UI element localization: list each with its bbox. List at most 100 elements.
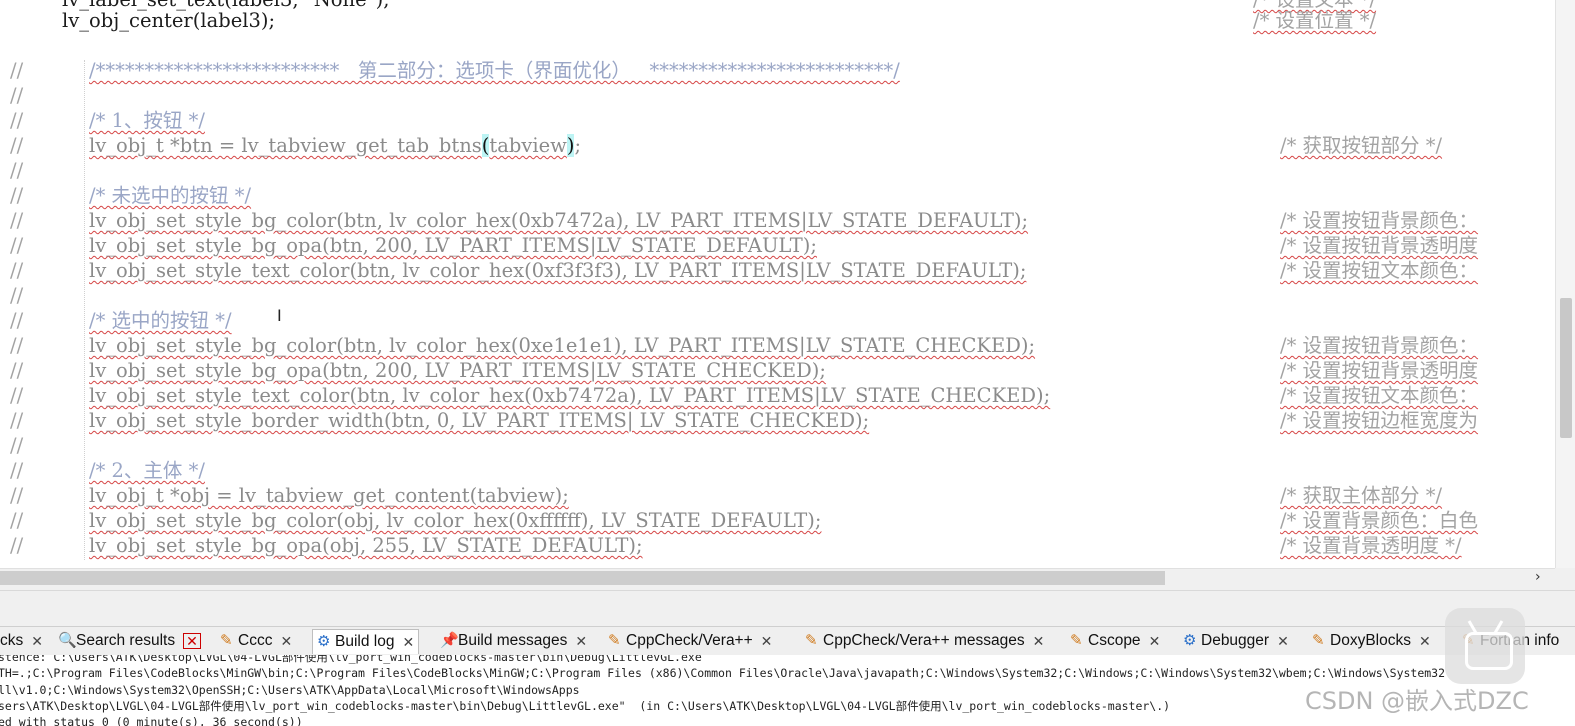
code-text: lv_obj_set_style_bg_opa(obj, 255, LV_STA…: [89, 534, 643, 557]
tab-label: CppCheck/Vera++ messages: [823, 632, 1025, 649]
code-line[interactable]: //: [0, 433, 1555, 459]
code-line[interactable]: // lv_obj_set_style_border_width(btn, 0, …: [0, 408, 1555, 434]
tab-label: Build log: [335, 633, 395, 650]
code-fragment: lv_obj_t *btn = lv_tabview_get_tab_btns: [89, 134, 482, 157]
line-comment-marker: //: [10, 259, 24, 282]
line-comment-marker: //: [10, 59, 24, 82]
inline-comment: /* 获取主体部分 */: [1280, 484, 1443, 507]
tab-cks[interactable]: cks ✕: [0, 629, 43, 653]
tab-label: Build messages: [458, 632, 568, 649]
horizontal-scroll-thumb[interactable]: [0, 571, 1165, 585]
code-text: lv_obj_set_style_text_color(btn, lv_colo…: [89, 259, 1027, 282]
code-line[interactable]: // /************************* 第二部分：选项卡（界面…: [0, 58, 1555, 84]
line-comment-marker: //: [10, 334, 24, 357]
log-line: sers\ATK\Desktop\LVGL\04-LVGL部件使用\lv_por…: [0, 699, 1171, 713]
tab-label: Cscope: [1088, 632, 1141, 649]
code-fragment: ;: [574, 134, 582, 157]
close-icon[interactable]: ✕: [31, 629, 43, 653]
code-line[interactable]: // /* 2、主体 */: [0, 458, 1555, 484]
code-line[interactable]: // lv_obj_set_style_bg_opa(obj, 255, LV_S…: [0, 533, 1555, 559]
code-line[interactable]: lv_obj_center(label3); /* 设置位置 */: [0, 8, 1555, 34]
indent-guide: [84, 60, 85, 560]
line-comment-marker: //: [10, 84, 24, 107]
tab-build-messages[interactable]: 📌 Build messages ✕: [440, 629, 587, 653]
inline-comment: /* 设置背景透明度 */: [1280, 534, 1462, 557]
inline-comment: /* 设置按钮边框宽度为: [1280, 409, 1479, 432]
watermark: CSDN @嵌入式DZC: [1305, 687, 1529, 715]
gear-icon: ⚙: [1183, 632, 1197, 649]
tab-label: DoxyBlocks: [1330, 632, 1411, 649]
line-comment-marker: //: [10, 309, 24, 332]
scroll-right-arrow-icon[interactable]: ›: [1535, 569, 1541, 585]
pin-icon: 📌: [440, 632, 459, 649]
close-icon[interactable]: ✕: [183, 633, 201, 649]
code-line[interactable]: //: [0, 158, 1555, 184]
code-line[interactable]: // lv_obj_set_style_bg_color(obj, lv_colo…: [0, 508, 1555, 534]
line-comment-marker: //: [10, 509, 24, 532]
horizontal-scrollbar[interactable]: [0, 568, 1555, 589]
pencil-icon: ✎: [608, 632, 621, 649]
code-text: lv_obj_set_style_bg_color(btn, lv_color_…: [89, 334, 1036, 357]
tab-label: cks: [0, 632, 24, 649]
log-line: stence: C:\Users\ATK\Desktop\LVGL\04-LVG…: [0, 655, 702, 664]
close-icon[interactable]: ✕: [1149, 629, 1161, 653]
pencil-icon: ✎: [805, 632, 818, 649]
vertical-scroll-thumb[interactable]: [1560, 298, 1572, 438]
vertical-scrollbar[interactable]: [1555, 0, 1575, 568]
line-comment-marker: //: [10, 134, 24, 157]
text-cursor-icon: I: [277, 306, 282, 325]
code-line[interactable]: // lv_obj_set_style_bg_opa(btn, 200, LV_P…: [0, 233, 1555, 259]
code-text: lv_obj_set_style_border_width(btn, 0, LV…: [89, 409, 870, 432]
tab-cscope[interactable]: ✎ Cscope ✕: [1070, 629, 1160, 653]
code-text: lv_obj_set_style_bg_color(obj, lv_color_…: [89, 509, 822, 532]
close-icon[interactable]: ✕: [280, 629, 292, 653]
tab-doxyblocks[interactable]: ✎ DoxyBlocks ✕: [1312, 629, 1431, 653]
code-editor[interactable]: lv_label_set_text(label3, "None");/* 设置文…: [0, 0, 1555, 568]
code-line[interactable]: // lv_obj_set_style_bg_color(btn, lv_colo…: [0, 333, 1555, 359]
line-comment-marker: //: [10, 209, 24, 232]
code-line[interactable]: // lv_obj_set_style_text_color(btn, lv_co…: [0, 383, 1555, 409]
code-line[interactable]: // /* 未选中的按钮 */: [0, 183, 1555, 209]
code-line[interactable]: // lv_obj_t *btn = lv_tabview_get_tab_btn…: [0, 133, 1555, 159]
line-comment-marker: //: [10, 484, 24, 507]
code-fragment: tabview: [489, 134, 567, 157]
inline-comment: /* 获取按钮部分 */: [1280, 134, 1443, 157]
code-text: lv_obj_set_style_bg_opa(btn, 200, LV_PAR…: [89, 359, 826, 382]
tab-debugger[interactable]: ⚙ Debugger ✕: [1183, 629, 1289, 653]
code-text: lv_obj_set_style_text_color(btn, lv_colo…: [89, 384, 1051, 407]
code-line[interactable]: // lv_obj_t *obj = lv_tabview_get_content…: [0, 483, 1555, 509]
tab-cppcheck-vera-[interactable]: ✎ CppCheck/Vera++ ✕: [608, 629, 772, 653]
panel-splitter[interactable]: [0, 590, 1575, 627]
log-line: ed with status 0 (0 minute(s), 36 second…: [0, 715, 303, 726]
code-text: /* 1、按钮 */: [89, 109, 205, 132]
inline-comment: /* 设置按钮背景透明度: [1280, 359, 1479, 382]
tab-cccc[interactable]: ✎ Cccc ✕: [220, 629, 292, 653]
close-icon[interactable]: ✕: [1033, 629, 1045, 653]
close-icon[interactable]: ✕: [1419, 629, 1431, 653]
code-text: /* 2、主体 */: [89, 459, 205, 482]
close-icon[interactable]: ✕: [575, 629, 587, 653]
close-icon[interactable]: ✕: [761, 629, 773, 653]
code-line[interactable]: // lv_obj_set_style_text_color(btn, lv_co…: [0, 258, 1555, 284]
code-line[interactable]: // /* 1、按钮 */: [0, 108, 1555, 134]
tab-cppcheck-vera-messages[interactable]: ✎ CppCheck/Vera++ messages ✕: [805, 629, 1044, 653]
code-text: /* 未选中的按钮 */: [89, 184, 252, 207]
code-line[interactable]: //: [0, 83, 1555, 109]
close-icon[interactable]: ✕: [402, 630, 414, 654]
tab-label: CppCheck/Vera++: [626, 632, 753, 649]
tab-search-results[interactable]: 🔍 Search results ✕: [58, 629, 201, 653]
inline-comment: /* 设置按钮文本颜色：: [1280, 259, 1479, 282]
line-comment-marker: //: [10, 159, 24, 182]
bilibili-logo-icon: [1445, 608, 1525, 684]
code-line[interactable]: // lv_obj_set_style_bg_opa(btn, 200, LV_P…: [0, 358, 1555, 384]
code-line[interactable]: //: [0, 283, 1555, 309]
code-text: lv_obj_t *obj = lv_tabview_get_content(t…: [89, 484, 569, 507]
inline-comment: /* 设置位置 */: [1253, 9, 1377, 32]
code-text: lv_obj_t *btn = lv_tabview_get_tab_btns(…: [89, 133, 581, 159]
tab-build-log[interactable]: ⚙ Build log ✕: [312, 629, 420, 654]
code-line[interactable]: // /* 选中的按钮 */: [0, 308, 1555, 334]
code-line[interactable]: // lv_obj_set_style_bg_color(btn, lv_colo…: [0, 208, 1555, 234]
line-comment-marker: //: [10, 409, 24, 432]
close-icon[interactable]: ✕: [1277, 629, 1289, 653]
line-comment-marker: //: [10, 534, 24, 557]
